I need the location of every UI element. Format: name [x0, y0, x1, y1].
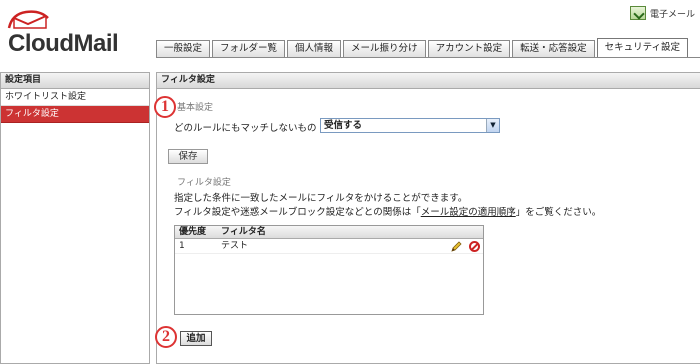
sidebar-title: 設定項目: [1, 73, 149, 89]
delete-icon[interactable]: [469, 241, 480, 252]
nomatch-select-value: 受信する: [324, 120, 363, 131]
email-link[interactable]: 電子メール: [630, 6, 695, 20]
apply-order-link[interactable]: メール設定の適用順序: [421, 207, 516, 218]
step-marker-1: 1: [154, 96, 176, 118]
note-text-after: 」をご覧ください。: [515, 207, 602, 218]
sidebar: 設定項目 ホワイトリスト設定 フィルタ設定: [0, 72, 150, 364]
save-button[interactable]: 保存: [168, 149, 208, 164]
logo-text: CloudMail: [8, 30, 119, 57]
tab-forward-reply[interactable]: 転送・応答設定: [512, 40, 595, 57]
filter-table-header: 優先度 フィルタ名: [175, 226, 483, 239]
tabs-divider: [156, 57, 700, 58]
page-title: フィルタ設定: [157, 73, 700, 89]
nomatch-label: どのルールにもマッチしないもの: [174, 123, 317, 134]
nomatch-select[interactable]: 受信する ▼: [320, 118, 500, 133]
column-filter-name: フィルタ名: [221, 227, 266, 237]
email-app-icon: [630, 6, 646, 20]
settings-tabs: 一般設定 フォルダー覧 個人情報 メール振り分け アカウント設定 転送・応答設定…: [156, 38, 689, 57]
filter-description: 指定した条件に一致したメールにフィルタをかけることができます。: [174, 193, 468, 204]
row-priority: 1: [179, 241, 185, 251]
chevron-down-icon[interactable]: ▼: [486, 119, 499, 132]
tab-folder-list[interactable]: フォルダー覧: [212, 40, 286, 57]
sidebar-item-filter[interactable]: フィルタ設定: [1, 106, 149, 123]
add-filter-button[interactable]: 追加: [180, 331, 212, 346]
tab-mail-sorting[interactable]: メール振り分け: [343, 40, 426, 57]
tab-account-settings[interactable]: アカウント設定: [427, 40, 511, 57]
basic-settings-legend: 基本設定: [174, 100, 217, 113]
tab-security-settings[interactable]: セキュリティ設定: [596, 38, 689, 57]
table-row[interactable]: 1 テスト: [175, 239, 483, 254]
filter-table: 優先度 フィルタ名 1 テスト: [174, 225, 484, 315]
cloudmail-logo: CloudMail: [4, 6, 154, 58]
column-priority: 優先度: [179, 227, 207, 237]
step-marker-2: 2: [155, 326, 177, 348]
filter-settings-legend: フィルタ設定: [174, 175, 234, 188]
row-filter-name: テスト: [221, 241, 249, 251]
note-text-before: フィルタ設定や迷惑メールブロック設定などとの関係は「: [174, 207, 421, 218]
edit-pencil-icon[interactable]: [451, 241, 462, 252]
tab-general[interactable]: 一般設定: [156, 40, 211, 57]
tab-personal-info[interactable]: 個人情報: [287, 40, 342, 57]
envelope-logo-icon: [7, 10, 49, 29]
email-link-label: 電子メール: [650, 9, 696, 20]
filter-relation-note: フィルタ設定や迷惑メールブロック設定などとの関係は「メール設定の適用順序」をご覧…: [174, 204, 601, 218]
sidebar-item-whitelist[interactable]: ホワイトリスト設定: [1, 89, 149, 106]
